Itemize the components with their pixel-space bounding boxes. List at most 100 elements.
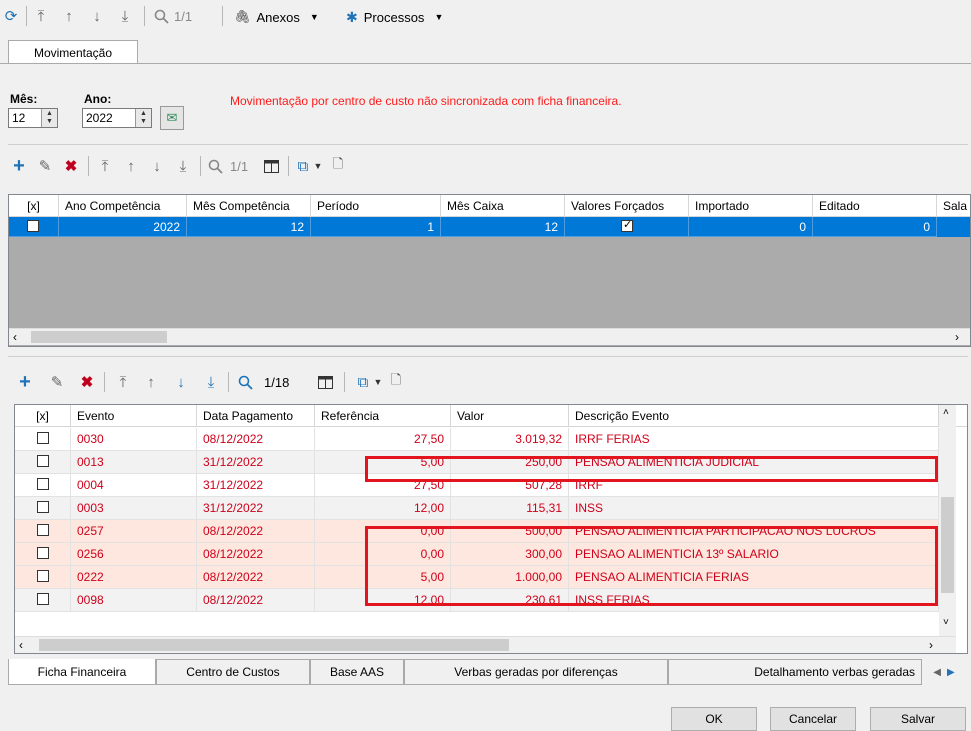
cell-evento[interactable]: 0030 [71,428,197,451]
save-button[interactable]: Salvar [870,707,966,731]
cell-mes[interactable]: 12 [187,217,311,237]
mes-spin-buttons[interactable]: ▲ ▼ [41,109,57,127]
previous-record-icon[interactable]: ↑ [60,7,78,25]
columns-icon[interactable] [262,157,280,175]
ano-spinner[interactable]: 2022 ▲ ▼ [82,108,152,128]
cell-evento[interactable]: 0098 [71,589,197,612]
table-row[interactable]: 0256 08/12/2022 0,00 300,00 PENSAO ALIMENTIC… [15,543,939,566]
cancel-button[interactable]: Cancelar [770,707,856,731]
chevron-down-icon[interactable]: ▼ [372,373,384,391]
tab-base-aas[interactable]: Base AAS [310,659,404,685]
row-checkbox[interactable] [27,220,39,232]
column-header[interactable]: Período [311,195,441,217]
column-header[interactable]: Mês Competência [187,195,311,217]
cell-valor[interactable]: 300,00 [451,543,569,566]
cell-data-pagamento[interactable]: 08/12/2022 [197,566,315,589]
cell-valor[interactable]: 3.019,32 [451,428,569,451]
table-row[interactable]: 0030 08/12/2022 27,50 3.019,32 IRRF FERIAS [15,428,939,451]
row-checkbox-cell[interactable] [15,543,71,566]
cell-referencia[interactable]: 27,50 [315,428,451,451]
cell-evento[interactable]: 0222 [71,566,197,589]
cell-data-pagamento[interactable]: 31/12/2022 [197,451,315,474]
table-row[interactable]: 0004 31/12/2022 27,50 507,28 IRRF [15,474,939,497]
column-header[interactable]: Mês Caixa [441,195,565,217]
cell-descricao[interactable]: IRRF [569,474,939,497]
cell-editado[interactable]: 0 [813,217,937,237]
horizontal-scrollbar[interactable]: ‹ › [9,328,970,345]
cell-descricao[interactable]: INSS [569,497,939,520]
cell-referencia[interactable]: 12,00 [315,589,451,612]
column-header[interactable]: Importado [689,195,813,217]
scroll-left-icon[interactable]: ‹ [19,638,23,652]
column-header[interactable]: [x] [9,195,59,217]
row-checkbox-cell[interactable] [15,451,71,474]
column-header[interactable]: Evento [71,405,197,427]
cell-descricao[interactable]: PENSAO ALIMENTICIA JUDICIAL [569,451,939,474]
cell-evento[interactable]: 0004 [71,474,197,497]
cell-valor[interactable]: 230,61 [451,589,569,612]
column-header[interactable]: Descrição Evento [569,405,939,427]
vertical-scrollbar[interactable]: ˄ ˅ [939,405,956,636]
first-record-icon[interactable]: ⤒ [96,157,114,175]
cell-evento[interactable]: 0003 [71,497,197,520]
next-record-icon[interactable]: ↓ [172,373,190,391]
first-record-icon[interactable]: ⤒ [114,373,132,391]
row-checkbox[interactable] [37,501,49,513]
row-checkbox-cell[interactable] [9,217,59,237]
tab-detalhamento-verbas[interactable]: Detalhamento verbas geradas [668,659,922,685]
cell-data-pagamento[interactable]: 08/12/2022 [197,428,315,451]
row-checkbox-cell[interactable] [15,428,71,451]
table-row[interactable]: 0098 08/12/2022 12,00 230,61 INSS FERIAS [15,589,939,612]
last-record-icon[interactable]: ⤓ [116,7,134,25]
document-icon[interactable]: 🗋 [388,372,404,391]
export-icon[interactable]: ⧉ [354,373,372,391]
cell-referencia[interactable]: 12,00 [315,497,451,520]
cell-valor[interactable]: 507,28 [451,474,569,497]
delete-icon[interactable]: ✖ [78,373,96,391]
edit-icon[interactable]: ✎ [36,157,54,175]
cell-evento[interactable]: 0013 [71,451,197,474]
row-checkbox-cell[interactable] [15,474,71,497]
edit-icon[interactable]: ✎ [48,373,66,391]
chevron-down-icon[interactable]: ▼ [312,157,324,175]
last-record-icon[interactable]: ⤓ [202,373,220,391]
first-record-icon[interactable]: ⤒ [32,7,50,25]
cell-ano[interactable]: 2022 [59,217,187,237]
cell-data-pagamento[interactable]: 08/12/2022 [197,543,315,566]
search-icon[interactable] [152,7,170,25]
horizontal-scrollbar[interactable]: ‹ › [15,636,956,653]
cell-referencia[interactable]: 0,00 [315,543,451,566]
row-checkbox-cell[interactable] [15,497,71,520]
apply-period-button[interactable]: ✉ [160,106,184,130]
tab-centro-de-custos[interactable]: Centro de Custos [156,659,310,685]
search-icon[interactable] [206,157,224,175]
next-record-icon[interactable]: ↓ [88,7,106,25]
processos-menu[interactable]: ✱ Processos ▼ [346,6,443,28]
next-record-icon[interactable]: ↓ [148,157,166,175]
column-header[interactable]: [x] [15,405,71,427]
tab-scroll-right-icon[interactable]: ▶ [947,667,955,678]
tab-scroll-left-icon[interactable]: ◀ [933,667,941,678]
column-header[interactable]: Ano Competência [59,195,187,217]
row-checkbox[interactable] [37,570,49,582]
add-icon[interactable]: + [10,155,28,177]
previous-record-icon[interactable]: ↑ [122,157,140,175]
cell-data-pagamento[interactable]: 08/12/2022 [197,520,315,543]
table-row[interactable]: 0222 08/12/2022 5,00 1.000,00 PENSAO ALIMENT… [15,566,939,589]
table-row[interactable]: 0013 31/12/2022 5,00 250,00 PENSAO ALIMENTIC… [15,451,939,474]
row-checkbox-cell[interactable] [15,566,71,589]
cell-periodo[interactable]: 1 [311,217,441,237]
row-checkbox[interactable] [37,455,49,467]
search-icon[interactable] [236,373,254,391]
tab-ficha-financeira[interactable]: Ficha Financeira [8,659,156,685]
previous-record-icon[interactable]: ↑ [142,373,160,391]
cell-descricao[interactable]: INSS FERIAS [569,589,939,612]
scroll-right-icon[interactable]: › [955,330,959,344]
scroll-right-icon[interactable]: › [929,638,933,652]
cell-referencia[interactable]: 5,00 [315,566,451,589]
cell-importado[interactable]: 0 [689,217,813,237]
cell-data-pagamento[interactable]: 31/12/2022 [197,497,315,520]
cell-valor[interactable]: 500,00 [451,520,569,543]
cell-valor[interactable]: 1.000,00 [451,566,569,589]
table-row-selected[interactable]: 2022 12 1 12 ✓ 0 0 [9,217,970,237]
